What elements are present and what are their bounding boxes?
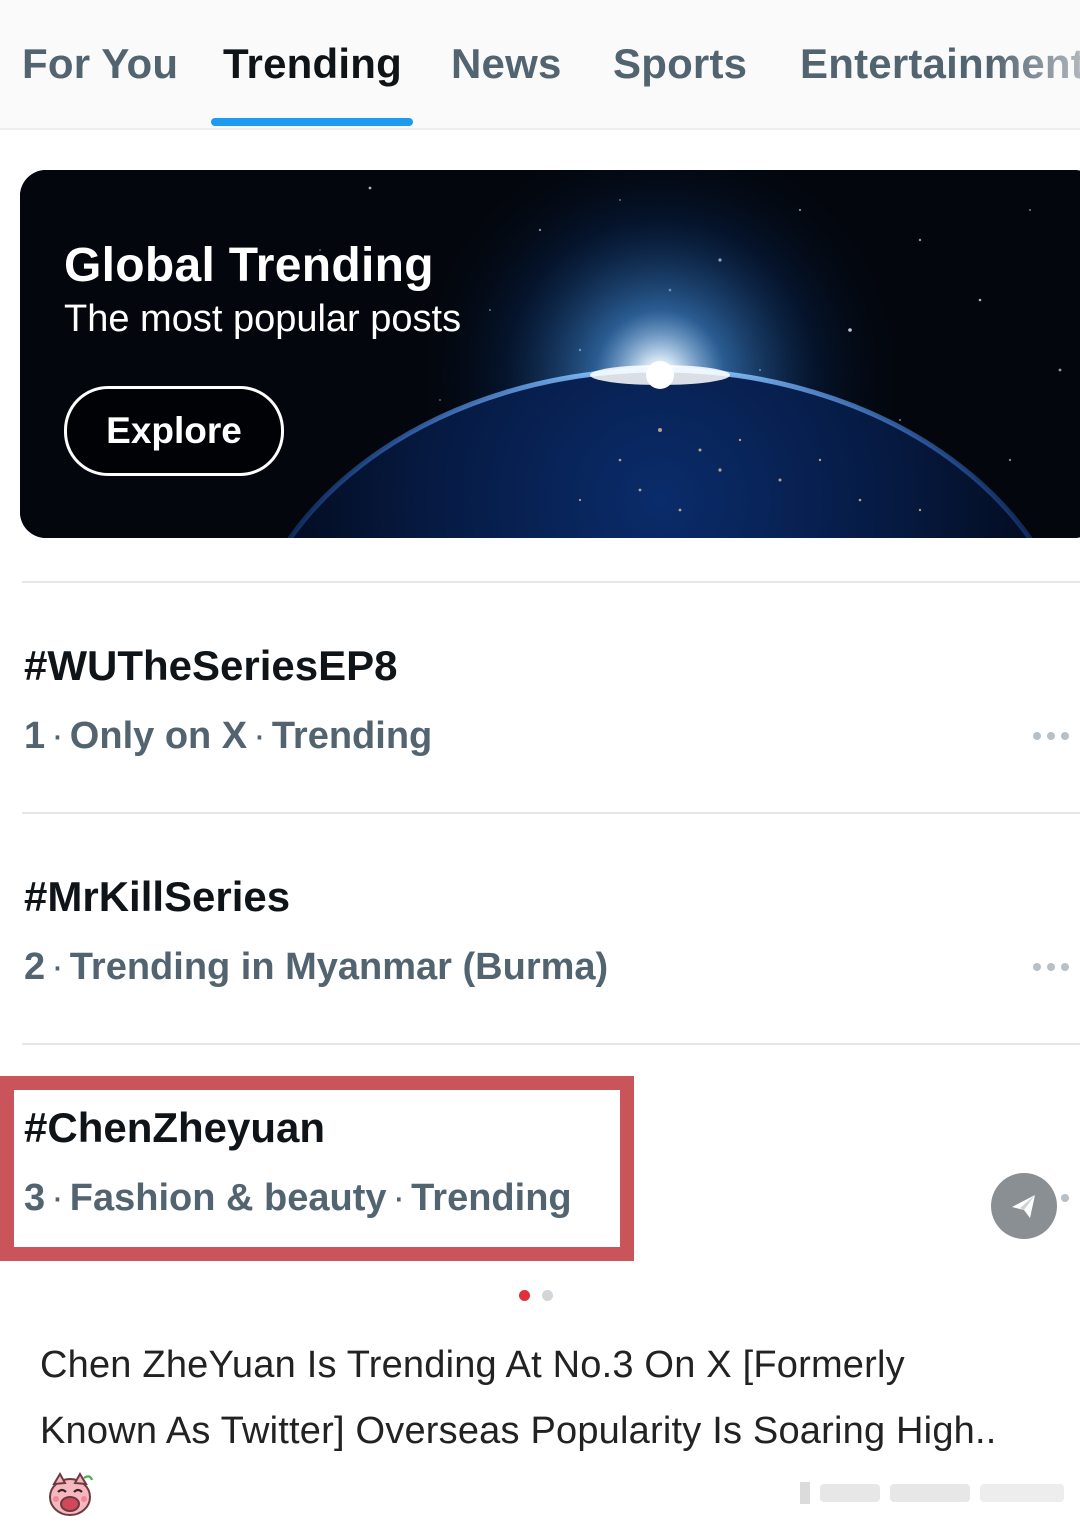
trend-meta: 3 · Fashion & beauty · Trending — [24, 1177, 572, 1220]
share-button[interactable] — [991, 1173, 1057, 1239]
tab-bar: For You Trending News Sports Entertainme… — [0, 0, 1080, 130]
watermark-icon — [800, 1482, 1064, 1504]
more-horizontal-icon[interactable] — [1030, 729, 1072, 743]
earth-from-space-image — [20, 170, 1080, 538]
tab-for-you[interactable]: For You — [22, 40, 178, 88]
separator: · — [51, 946, 64, 988]
trend-rank: 3 — [24, 1177, 46, 1219]
separator: · — [51, 1177, 64, 1219]
tab-news[interactable]: News — [451, 40, 562, 88]
laughing-pig-emoji-icon — [49, 1471, 94, 1516]
trend-item-2[interactable]: #MrKillSeries 2 · Trending in Myanmar (Bur… — [0, 815, 1080, 1015]
trend-item-1[interactable]: #WUTheSeriesEP8 1 · Only on X · Trending — [0, 584, 1080, 784]
pager-dot-active[interactable] — [519, 1290, 530, 1301]
trend-meta: 1 · Only on X · Trending — [24, 715, 432, 758]
trend-status: Trending — [411, 1177, 572, 1219]
trend-hashtag: #ChenZheyuan — [24, 1104, 326, 1151]
pager-dot[interactable] — [542, 1290, 553, 1301]
trend-hashtag: #MrKillSeries — [24, 873, 291, 920]
trend-rank: 1 — [24, 715, 46, 757]
caption-text: Chen ZheYuan Is Trending At No.3 On X [F… — [40, 1344, 997, 1452]
trend-hashtag: #WUTheSeriesEP8 — [24, 642, 398, 689]
more-horizontal-icon[interactable] — [1030, 960, 1072, 974]
share-icon — [1012, 1195, 1035, 1218]
tab-entertainment[interactable]: Entertainment — [800, 40, 1080, 88]
tab-trending[interactable]: Trending — [223, 40, 402, 88]
separator: · — [392, 1177, 406, 1219]
trend-meta: 2 · Trending in Myanmar (Burma) — [24, 946, 608, 989]
active-tab-indicator — [211, 118, 413, 126]
trend-context: Only on X — [69, 715, 248, 757]
global-trending-banner[interactable]: Global Trending The most popular posts E… — [20, 170, 1080, 538]
explore-button[interactable]: Explore — [64, 386, 284, 476]
trend-status: Trending — [271, 715, 433, 757]
trend-rank: 2 — [24, 946, 46, 988]
banner-subtitle: The most popular posts — [64, 298, 462, 340]
tab-sports[interactable]: Sports — [613, 40, 747, 88]
trend-context: Trending in Myanmar (Burma) — [69, 946, 609, 988]
divider — [22, 812, 1080, 814]
divider — [22, 581, 1080, 583]
trend-context: Fashion & beauty — [69, 1177, 387, 1219]
separator: · — [51, 715, 64, 757]
trend-item-3[interactable]: #ChenZheyuan 3 · Fashion & beauty · Trending — [0, 1046, 1080, 1246]
banner-title: Global Trending — [64, 239, 434, 292]
divider — [22, 1043, 1080, 1045]
separator: · — [253, 715, 266, 757]
